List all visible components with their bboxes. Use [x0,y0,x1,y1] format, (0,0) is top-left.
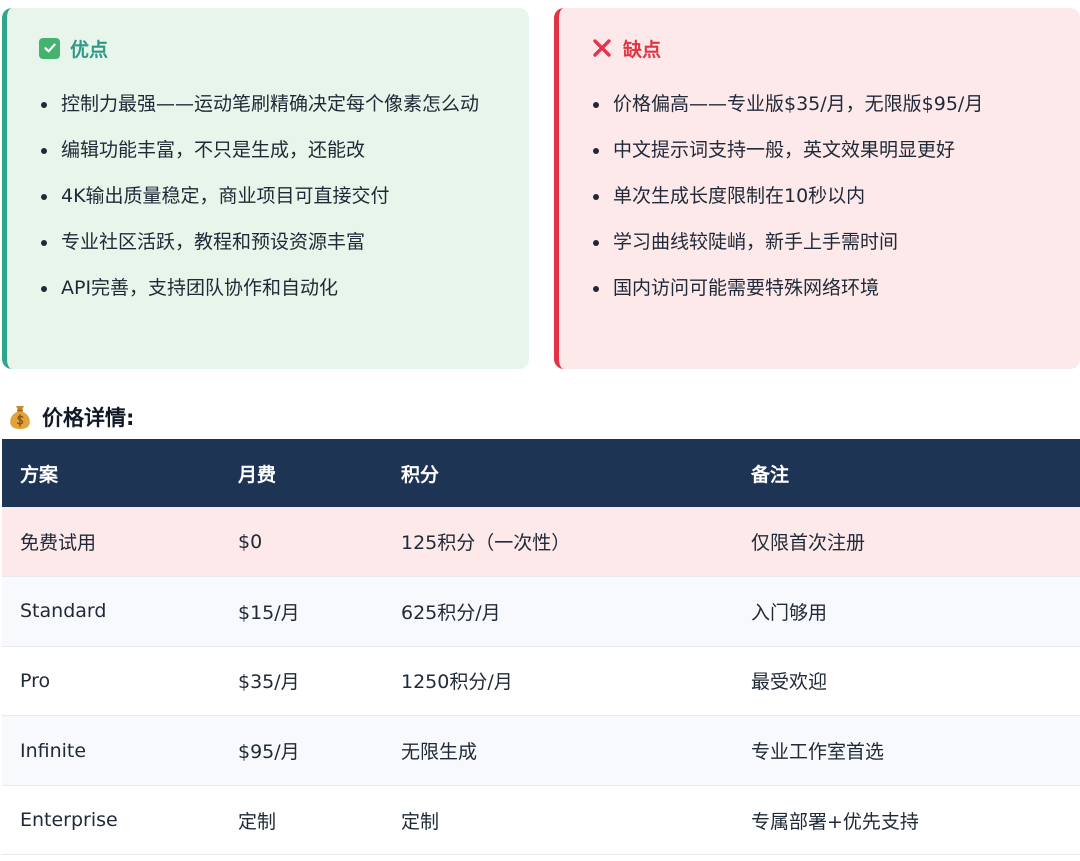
table-row: 免费试用 $0 125积分（一次性） 仅限首次注册 [2,507,1080,578]
table-cell: 定制 [220,785,383,856]
table-header-row: 方案 月费 积分 备注 [2,439,1080,507]
cons-item: 中文提示词支持一般，英文效果明显更好 [591,132,1050,169]
cons-item: 价格偏高——专业版$35/月，无限版$95/月 [591,86,1050,123]
table-cell: $35/月 [220,646,383,717]
table-cell: 1250积分/月 [383,646,733,717]
pros-list: 控制力最强——运动笔刷精确决定每个像素怎么动 编辑功能丰富，不只是生成，还能改 … [39,86,499,307]
pricing-table-head: 方案 月费 积分 备注 [2,439,1080,507]
column-header-credits: 积分 [383,439,733,507]
table-cell: Enterprise [2,785,220,856]
pricing-table-body: 免费试用 $0 125积分（一次性） 仅限首次注册 Standard $15/月… [2,507,1080,856]
cross-mark-icon [591,37,613,59]
table-cell: $15/月 [220,576,383,647]
table-cell: 最受欢迎 [733,646,1080,717]
table-cell: 专业工作室首选 [733,715,1080,786]
pros-item: 专业社区活跃，教程和预设资源丰富 [39,224,499,261]
page: 优点 控制力最强——运动笔刷精确决定每个像素怎么动 编辑功能丰富，不只是生成，还… [0,0,1080,861]
cons-card: 缺点 价格偏高——专业版$35/月，无限版$95/月 中文提示词支持一般，英文效… [554,8,1080,369]
pricing-heading: 价格详情: [8,402,134,432]
pros-item: 4K输出质量稳定，商业项目可直接交付 [39,178,499,215]
pros-card: 优点 控制力最强——运动笔刷精确决定每个像素怎么动 编辑功能丰富，不只是生成，还… [2,8,529,369]
table-cell: $0 [220,507,383,578]
table-row: Infinite $95/月 无限生成 专业工作室首选 [2,715,1080,786]
column-header-monthly-fee: 月费 [220,439,383,507]
pros-item: API完善，支持团队协作和自动化 [39,270,499,307]
money-bag-icon [8,404,32,430]
table-cell: 无限生成 [383,715,733,786]
table-cell: Pro [2,646,220,717]
cons-item: 单次生成长度限制在10秒以内 [591,178,1050,215]
table-cell: 仅限首次注册 [733,507,1080,578]
table-cell: 免费试用 [2,507,220,578]
check-box-icon [39,37,60,59]
pros-item: 编辑功能丰富，不只是生成，还能改 [39,132,499,169]
cons-header: 缺点 [591,36,1050,61]
table-row: Enterprise 定制 定制 专属部署+优先支持 [2,785,1080,856]
cons-list: 价格偏高——专业版$35/月，无限版$95/月 中文提示词支持一般，英文效果明显… [591,86,1050,307]
column-header-notes: 备注 [733,439,1080,507]
cons-item: 学习曲线较陡峭，新手上手需时间 [591,224,1050,261]
table-cell: 定制 [383,785,733,856]
table-cell: 专属部署+优先支持 [733,785,1080,856]
pros-header: 优点 [39,36,499,61]
cons-title: 缺点 [623,38,662,61]
table-cell: 625积分/月 [383,576,733,647]
table-cell: 入门够用 [733,576,1080,647]
pros-title: 优点 [70,38,109,61]
pricing-heading-text: 价格详情: [42,406,135,430]
table-cell: $95/月 [220,715,383,786]
table-row: Standard $15/月 625积分/月 入门够用 [2,576,1080,647]
table-row: Pro $35/月 1250积分/月 最受欢迎 [2,646,1080,717]
table-cell: Standard [2,576,220,647]
pros-item: 控制力最强——运动笔刷精确决定每个像素怎么动 [39,86,499,123]
pricing-table: 方案 月费 积分 备注 免费试用 $0 125积分（一次性） 仅限首次注册 St… [2,439,1080,856]
cons-item: 国内访问可能需要特殊网络环境 [591,270,1050,307]
column-header-plan: 方案 [2,439,220,507]
table-cell: Infinite [2,715,220,786]
table-cell: 125积分（一次性） [383,507,733,578]
